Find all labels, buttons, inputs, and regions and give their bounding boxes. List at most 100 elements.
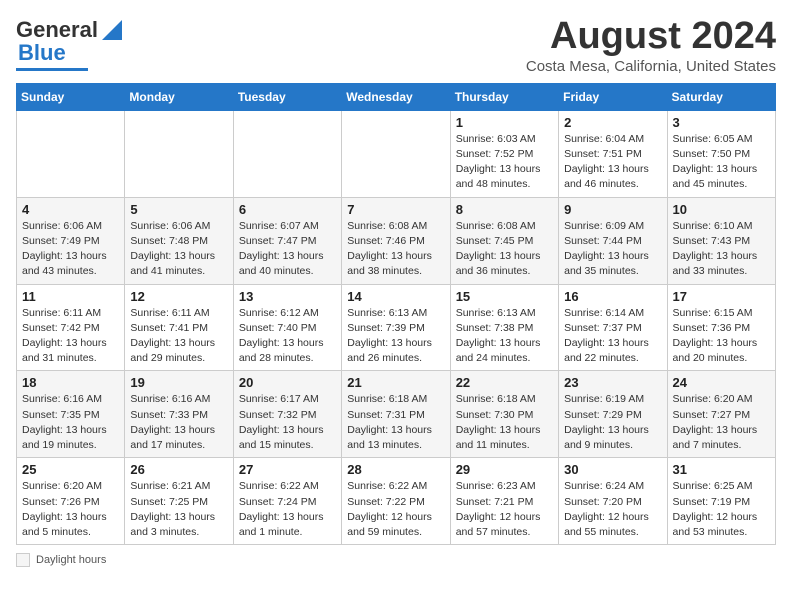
- day-number: 15: [456, 289, 553, 304]
- day-of-week-header: Saturday: [667, 83, 775, 110]
- calendar-week-row: 18Sunrise: 6:16 AMSunset: 7:35 PMDayligh…: [17, 371, 776, 458]
- day-info: Sunrise: 6:04 AMSunset: 7:51 PMDaylight:…: [564, 132, 661, 193]
- day-of-week-header: Wednesday: [342, 83, 450, 110]
- day-of-week-header: Friday: [559, 83, 667, 110]
- day-info: Sunrise: 6:09 AMSunset: 7:44 PMDaylight:…: [564, 219, 661, 280]
- calendar-cell: 11Sunrise: 6:11 AMSunset: 7:42 PMDayligh…: [17, 284, 125, 371]
- calendar-cell: 24Sunrise: 6:20 AMSunset: 7:27 PMDayligh…: [667, 371, 775, 458]
- day-info: Sunrise: 6:11 AMSunset: 7:41 PMDaylight:…: [130, 306, 227, 367]
- calendar-week-row: 1 Sunrise: 6:03 AMSunset: 7:52 PMDaylight…: [17, 110, 776, 197]
- day-number: 8: [456, 202, 553, 217]
- day-info: Sunrise: 6:24 AMSunset: 7:20 PMDaylight:…: [564, 479, 661, 540]
- logo: General Blue: [16, 16, 126, 71]
- calendar-cell: [233, 110, 341, 197]
- calendar-cell: 29 Sunrise: 6:23 AMSunset: 7:21 PMDayligh…: [450, 458, 558, 545]
- day-info: Sunrise: 6:20 AMSunset: 7:26 PMDaylight:…: [22, 479, 119, 540]
- day-info: Sunrise: 6:14 AMSunset: 7:37 PMDaylight:…: [564, 306, 661, 367]
- day-number: 22: [456, 375, 553, 390]
- day-number: 6: [239, 202, 336, 217]
- logo-blue: Blue: [18, 40, 66, 66]
- day-number: 26: [130, 462, 227, 477]
- day-of-week-header: Monday: [125, 83, 233, 110]
- day-info: Sunrise: 6:08 AMSunset: 7:45 PMDaylight:…: [456, 219, 553, 280]
- day-info: Sunrise: 6:13 AMSunset: 7:39 PMDaylight:…: [347, 306, 444, 367]
- logo-triangle-icon: [98, 16, 126, 44]
- calendar-week-row: 11Sunrise: 6:11 AMSunset: 7:42 PMDayligh…: [17, 284, 776, 371]
- day-info: Sunrise: 6:19 AMSunset: 7:29 PMDaylight:…: [564, 392, 661, 453]
- calendar-cell: 23 Sunrise: 6:19 AMSunset: 7:29 PMDayligh…: [559, 371, 667, 458]
- day-info: Sunrise: 6:12 AMSunset: 7:40 PMDaylight:…: [239, 306, 336, 367]
- logo-underline: [16, 68, 88, 71]
- day-info: Sunrise: 6:07 AMSunset: 7:47 PMDaylight:…: [239, 219, 336, 280]
- day-info: Sunrise: 6:06 AMSunset: 7:48 PMDaylight:…: [130, 219, 227, 280]
- day-info: Sunrise: 6:21 AMSunset: 7:25 PMDaylight:…: [130, 479, 227, 540]
- day-info: Sunrise: 6:16 AMSunset: 7:35 PMDaylight:…: [22, 392, 119, 453]
- day-number: 28: [347, 462, 444, 477]
- day-info: Sunrise: 6:18 AMSunset: 7:30 PMDaylight:…: [456, 392, 553, 453]
- day-number: 4: [22, 202, 119, 217]
- day-number: 11: [22, 289, 119, 304]
- calendar-cell: [125, 110, 233, 197]
- day-number: 29: [456, 462, 553, 477]
- daylight-label: Daylight hours: [36, 554, 106, 566]
- calendar-cell: 9 Sunrise: 6:09 AMSunset: 7:44 PMDaylight…: [559, 197, 667, 284]
- calendar-body: 1 Sunrise: 6:03 AMSunset: 7:52 PMDaylight…: [17, 110, 776, 544]
- day-number: 16: [564, 289, 661, 304]
- calendar-cell: 20Sunrise: 6:17 AMSunset: 7:32 PMDayligh…: [233, 371, 341, 458]
- day-number: 3: [673, 115, 770, 130]
- footer: Daylight hours: [16, 553, 776, 567]
- calendar-cell: 14 Sunrise: 6:13 AMSunset: 7:39 PMDayligh…: [342, 284, 450, 371]
- calendar-cell: 22 Sunrise: 6:18 AMSunset: 7:30 PMDayligh…: [450, 371, 558, 458]
- day-number: 13: [239, 289, 336, 304]
- day-info: Sunrise: 6:10 AMSunset: 7:43 PMDaylight:…: [673, 219, 770, 280]
- calendar-cell: 28 Sunrise: 6:22 AMSunset: 7:22 PMDayligh…: [342, 458, 450, 545]
- subtitle: Costa Mesa, California, United States: [526, 58, 776, 75]
- calendar-cell: 10 Sunrise: 6:10 AMSunset: 7:43 PMDayligh…: [667, 197, 775, 284]
- calendar-cell: 25 Sunrise: 6:20 AMSunset: 7:26 PMDayligh…: [17, 458, 125, 545]
- calendar-week-row: 25 Sunrise: 6:20 AMSunset: 7:26 PMDayligh…: [17, 458, 776, 545]
- day-number: 12: [130, 289, 227, 304]
- day-info: Sunrise: 6:13 AMSunset: 7:38 PMDaylight:…: [456, 306, 553, 367]
- calendar-cell: 26 Sunrise: 6:21 AMSunset: 7:25 PMDayligh…: [125, 458, 233, 545]
- calendar-cell: [342, 110, 450, 197]
- calendar-cell: 13 Sunrise: 6:12 AMSunset: 7:40 PMDayligh…: [233, 284, 341, 371]
- calendar-cell: 12 Sunrise: 6:11 AMSunset: 7:41 PMDayligh…: [125, 284, 233, 371]
- day-info: Sunrise: 6:22 AMSunset: 7:22 PMDaylight:…: [347, 479, 444, 540]
- calendar-cell: 18Sunrise: 6:16 AMSunset: 7:35 PMDayligh…: [17, 371, 125, 458]
- day-info: Sunrise: 6:23 AMSunset: 7:21 PMDaylight:…: [456, 479, 553, 540]
- day-number: 5: [130, 202, 227, 217]
- calendar-cell: 4Sunrise: 6:06 AMSunset: 7:49 PMDaylight…: [17, 197, 125, 284]
- calendar-cell: 21Sunrise: 6:18 AMSunset: 7:31 PMDayligh…: [342, 371, 450, 458]
- day-of-week-header: Tuesday: [233, 83, 341, 110]
- day-number: 1: [456, 115, 553, 130]
- calendar-header: SundayMondayTuesdayWednesdayThursdayFrid…: [17, 83, 776, 110]
- calendar-cell: 6 Sunrise: 6:07 AMSunset: 7:47 PMDaylight…: [233, 197, 341, 284]
- day-number: 24: [673, 375, 770, 390]
- calendar-cell: 16 Sunrise: 6:14 AMSunset: 7:37 PMDayligh…: [559, 284, 667, 371]
- day-number: 23: [564, 375, 661, 390]
- calendar-cell: 30Sunrise: 6:24 AMSunset: 7:20 PMDayligh…: [559, 458, 667, 545]
- calendar-week-row: 4Sunrise: 6:06 AMSunset: 7:49 PMDaylight…: [17, 197, 776, 284]
- calendar-cell: 15 Sunrise: 6:13 AMSunset: 7:38 PMDayligh…: [450, 284, 558, 371]
- day-number: 10: [673, 202, 770, 217]
- day-info: Sunrise: 6:22 AMSunset: 7:24 PMDaylight:…: [239, 479, 336, 540]
- day-info: Sunrise: 6:05 AMSunset: 7:50 PMDaylight:…: [673, 132, 770, 193]
- day-number: 7: [347, 202, 444, 217]
- calendar-cell: 1 Sunrise: 6:03 AMSunset: 7:52 PMDaylight…: [450, 110, 558, 197]
- header: General Blue August 2024 Costa Mesa, Cal…: [16, 16, 776, 75]
- calendar-cell: 27Sunrise: 6:22 AMSunset: 7:24 PMDayligh…: [233, 458, 341, 545]
- day-info: Sunrise: 6:17 AMSunset: 7:32 PMDaylight:…: [239, 392, 336, 453]
- day-info: Sunrise: 6:15 AMSunset: 7:36 PMDaylight:…: [673, 306, 770, 367]
- day-number: 14: [347, 289, 444, 304]
- daylight-indicator: [16, 553, 30, 567]
- day-number: 31: [673, 462, 770, 477]
- day-number: 17: [673, 289, 770, 304]
- day-number: 25: [22, 462, 119, 477]
- day-number: 9: [564, 202, 661, 217]
- calendar-cell: 19Sunrise: 6:16 AMSunset: 7:33 PMDayligh…: [125, 371, 233, 458]
- main-title: August 2024: [526, 16, 776, 58]
- day-of-week-header: Sunday: [17, 83, 125, 110]
- day-info: Sunrise: 6:03 AMSunset: 7:52 PMDaylight:…: [456, 132, 553, 193]
- day-info: Sunrise: 6:18 AMSunset: 7:31 PMDaylight:…: [347, 392, 444, 453]
- day-info: Sunrise: 6:08 AMSunset: 7:46 PMDaylight:…: [347, 219, 444, 280]
